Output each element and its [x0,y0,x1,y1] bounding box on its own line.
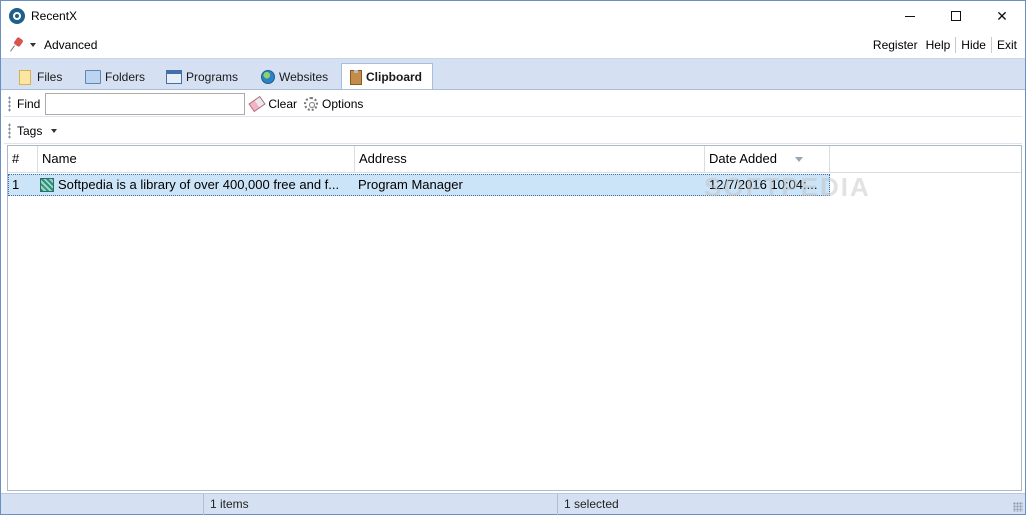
close-button[interactable]: ✕ [979,1,1025,31]
row-address: Program Manager [358,177,463,192]
pin-icon[interactable] [10,38,24,52]
tab-folders[interactable]: Folders [77,64,157,90]
tab-programs[interactable]: Programs [158,64,252,90]
clipboard-icon [350,69,362,85]
minimize-icon [905,15,915,17]
globe-icon [261,70,275,84]
minimize-button[interactable] [887,1,933,31]
row-index: 1 [12,177,20,192]
tags-toolbar: Tags [4,118,1022,144]
options-button[interactable]: Options [322,97,363,111]
eraser-icon[interactable] [248,95,266,112]
pin-dropdown-caret-icon[interactable] [30,42,36,47]
column-header-name[interactable]: Name [38,146,355,172]
status-selected-count: 1 selected [557,494,1011,515]
find-input[interactable] [45,92,246,115]
column-header-date-added[interactable]: Date Added [705,146,830,172]
sort-descending-icon [795,157,803,162]
help-link[interactable]: Help [922,38,955,52]
tab-strip: Files Folders Programs Websites Clipboar… [1,58,1025,90]
clipboard-panel: Find Clear Options Tags # Name Address D… [1,89,1025,493]
menu-right-group: Register Help Hide Exit [869,31,1021,58]
tab-label: Programs [186,70,239,84]
toolbar-grip[interactable] [8,95,11,112]
clipboard-list[interactable]: # Name Address Date Added 1 Softpedia is… [7,145,1022,491]
tab-label: Files [37,70,63,84]
folder-icon [85,70,101,84]
gear-icon[interactable] [304,96,319,111]
column-header-index[interactable]: # [8,146,38,172]
status-bar: 1 items 1 selected [1,493,1025,515]
advanced-menu[interactable]: Advanced [44,38,97,52]
table-row[interactable]: 1 Softpedia is a library of over 400,000… [8,174,830,196]
menu-separator [990,36,992,53]
tab-websites[interactable]: Websites [253,64,339,90]
close-icon: ✕ [996,7,1008,24]
tab-label: Websites [279,70,329,84]
program-icon [166,70,182,84]
toolbar-grip[interactable] [8,122,11,139]
tab-files[interactable]: Files [11,64,77,90]
exit-link[interactable]: Exit [993,38,1021,52]
tags-dropdown[interactable]: Tags [17,124,42,138]
clipboard-item-icon [40,178,54,192]
window-title: RecentX [31,9,78,23]
file-icon [19,69,31,85]
find-label: Find [17,96,41,111]
row-name: Softpedia is a library of over 400,000 f… [58,177,340,192]
window-controls: ✕ [887,1,1025,31]
menu-separator [955,36,957,53]
column-header-date-added-label: Date Added [709,151,777,166]
row-date-added: 12/7/2016 10:04:... [709,177,818,192]
maximize-icon [951,11,961,21]
tab-label: Folders [105,70,146,84]
tags-dropdown-caret-icon[interactable] [51,128,58,133]
resize-grip-icon[interactable] [1013,502,1023,512]
status-item-count: 1 items [203,494,555,515]
title-bar[interactable]: RecentX ✕ [1,1,1025,31]
recentx-app-icon [9,8,25,24]
maximize-button[interactable] [933,1,979,31]
tab-clipboard[interactable]: Clipboard [341,63,433,90]
column-header-address[interactable]: Address [355,146,705,172]
list-header: # Name Address Date Added [8,146,1021,173]
register-link[interactable]: Register [869,38,922,52]
menu-bar: Advanced Register Help Hide Exit [1,31,1025,58]
app-window: RecentX ✕ Advanced Register Help Hide Ex… [0,0,1026,515]
tab-label: Clipboard [366,70,422,84]
clear-button[interactable]: Clear [268,97,297,111]
find-toolbar: Find Clear Options [4,91,1022,117]
hide-link[interactable]: Hide [957,38,990,52]
